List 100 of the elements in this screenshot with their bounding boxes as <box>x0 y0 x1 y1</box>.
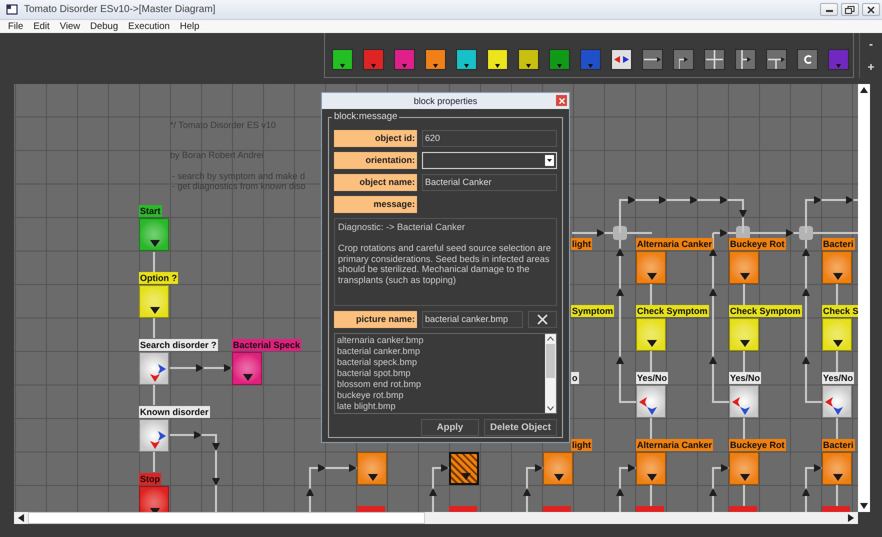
minimize-button[interactable] <box>820 3 838 16</box>
left-arrow-icon <box>825 397 833 407</box>
block-tool[interactable] <box>332 48 353 70</box>
down-arrow-icon <box>433 64 438 68</box>
left-arrow-icon <box>732 397 740 407</box>
field-label: picture name: <box>334 311 417 328</box>
block-label: o <box>571 372 578 384</box>
connector-tool[interactable] <box>766 48 787 70</box>
menu-item[interactable]: View <box>60 21 80 32</box>
connector-arrow <box>616 464 636 512</box>
block-label: Yes/No <box>636 372 668 384</box>
connector-tool[interactable] <box>642 48 663 70</box>
scroll-thumb[interactable] <box>546 344 555 378</box>
connector-tool[interactable] <box>704 48 725 70</box>
down-arrow-icon <box>150 240 160 247</box>
block-label: Yes/No <box>729 372 762 384</box>
decision-block[interactable] <box>636 385 666 418</box>
block-label: Bacterial Speck <box>232 339 302 351</box>
decision-block[interactable] <box>822 385 852 418</box>
right-arrow-icon[interactable] <box>848 514 854 522</box>
block-label: Bacteri <box>822 238 855 250</box>
down-arrow-icon <box>461 473 471 480</box>
block-label: Search disorder ? <box>139 339 218 351</box>
delete-button[interactable]: Delete Object <box>484 419 557 436</box>
down-arrow-icon <box>647 407 657 415</box>
close-icon <box>558 98 564 104</box>
block-label: Check S <box>822 305 858 317</box>
list-item[interactable]: late blight.bmp <box>337 401 543 412</box>
diagram-block[interactable] <box>449 452 479 485</box>
left-arrow-icon <box>639 397 647 407</box>
menu-item[interactable]: Help <box>180 21 200 32</box>
connector-tool[interactable] <box>673 48 694 70</box>
list-item[interactable]: blossom end rot.bmp <box>337 379 543 390</box>
clear-button[interactable] <box>528 311 557 328</box>
down-arrow-icon <box>340 64 345 68</box>
field-label: object id: <box>334 130 417 147</box>
block-label: Stop <box>139 473 161 485</box>
down-arrow-icon <box>464 64 469 68</box>
field-label: orientation: <box>334 152 417 169</box>
zoom-button[interactable]: + <box>867 60 874 73</box>
zoom-button[interactable]: - <box>869 38 873 50</box>
block-label: Start <box>139 205 162 217</box>
down-arrow-icon <box>836 64 841 68</box>
down-arrow-icon <box>647 474 657 481</box>
down-arrow-icon <box>833 407 843 415</box>
down-arrow-icon[interactable] <box>860 503 868 509</box>
app-icon <box>6 4 18 15</box>
block-label: Symptom <box>571 305 614 317</box>
text-field[interactable]: Bacterial Canker <box>422 174 557 191</box>
decision-tool[interactable] <box>611 48 632 70</box>
tee-line-icon <box>740 50 750 68</box>
menu-item[interactable]: Edit <box>33 21 50 32</box>
decision-block[interactable] <box>139 352 169 385</box>
apply-button[interactable]: Apply <box>421 419 479 436</box>
text-field[interactable]: bacterial canker.bmp <box>422 311 523 328</box>
horizontal-scrollbar[interactable] <box>14 512 858 524</box>
decision-block[interactable] <box>139 419 169 452</box>
down-arrow-icon <box>371 64 376 68</box>
list-item[interactable]: bacterial speck.bmp <box>337 357 543 368</box>
menu-item[interactable]: Execution <box>128 21 170 32</box>
menu-item[interactable]: Debug <box>90 21 118 32</box>
block-tool[interactable] <box>518 48 539 70</box>
down-arrow-icon <box>150 441 160 449</box>
block-tool[interactable] <box>425 48 446 70</box>
block-tool[interactable] <box>487 48 508 70</box>
vertical-scrollbar[interactable] <box>545 334 556 413</box>
restore-button[interactable] <box>841 3 859 16</box>
block-label: Alternaria Canker <box>636 238 714 250</box>
menu-item[interactable]: File <box>8 21 24 32</box>
dialog-title: block properties <box>414 96 478 106</box>
right-arrow-icon <box>158 364 166 374</box>
list-item[interactable]: buckeye rot.bmp <box>337 390 543 401</box>
file-list[interactable]: alternaria canker.bmp bacterial canker.bmp bacterial speck.bmp bacterial spot.bmp blossom end rot.bmp buckeye rot.bmp late blight.bmp <box>334 333 557 414</box>
right-arrow-icon <box>158 431 166 441</box>
block-tool[interactable] <box>456 48 477 70</box>
left-arrow-icon[interactable] <box>18 514 24 522</box>
block-label: Yes/No <box>822 372 854 384</box>
message-field[interactable]: Diagnostic: -> Bacterial Canker Crop rotations and careful seed source selection are primary considerations. Seed beds in infected areas should be sterilized. Mechanical damage to the transplants (such as topping) <box>334 218 557 306</box>
list-item[interactable]: alternaria canker.bmp <box>337 335 543 346</box>
connector-tool[interactable] <box>735 48 756 70</box>
down-arrow-icon <box>495 64 500 68</box>
down-arrow-icon <box>647 273 657 280</box>
loop-icon <box>804 54 812 64</box>
list-item[interactable]: bacterial canker.bmp <box>337 346 543 357</box>
connector-arrow <box>429 464 449 512</box>
down-arrow-icon <box>526 64 531 68</box>
list-item[interactable]: bacterial spot.bmp <box>337 368 543 379</box>
block-label: Check Symptom <box>729 305 802 317</box>
scroll-thumb[interactable] <box>28 512 425 524</box>
connector-arrow <box>709 464 729 512</box>
line-icon <box>644 56 661 62</box>
decision-block[interactable] <box>729 385 759 418</box>
block-label: light <box>571 439 592 451</box>
vertical-scrollbar[interactable] <box>858 84 870 512</box>
text-field[interactable]: 620 <box>422 130 557 147</box>
up-arrow-icon[interactable] <box>860 87 868 93</box>
dropdown-field[interactable] <box>422 152 557 169</box>
down-arrow-icon <box>368 474 378 481</box>
loop-tool[interactable] <box>797 48 818 70</box>
close-button[interactable] <box>862 3 880 16</box>
